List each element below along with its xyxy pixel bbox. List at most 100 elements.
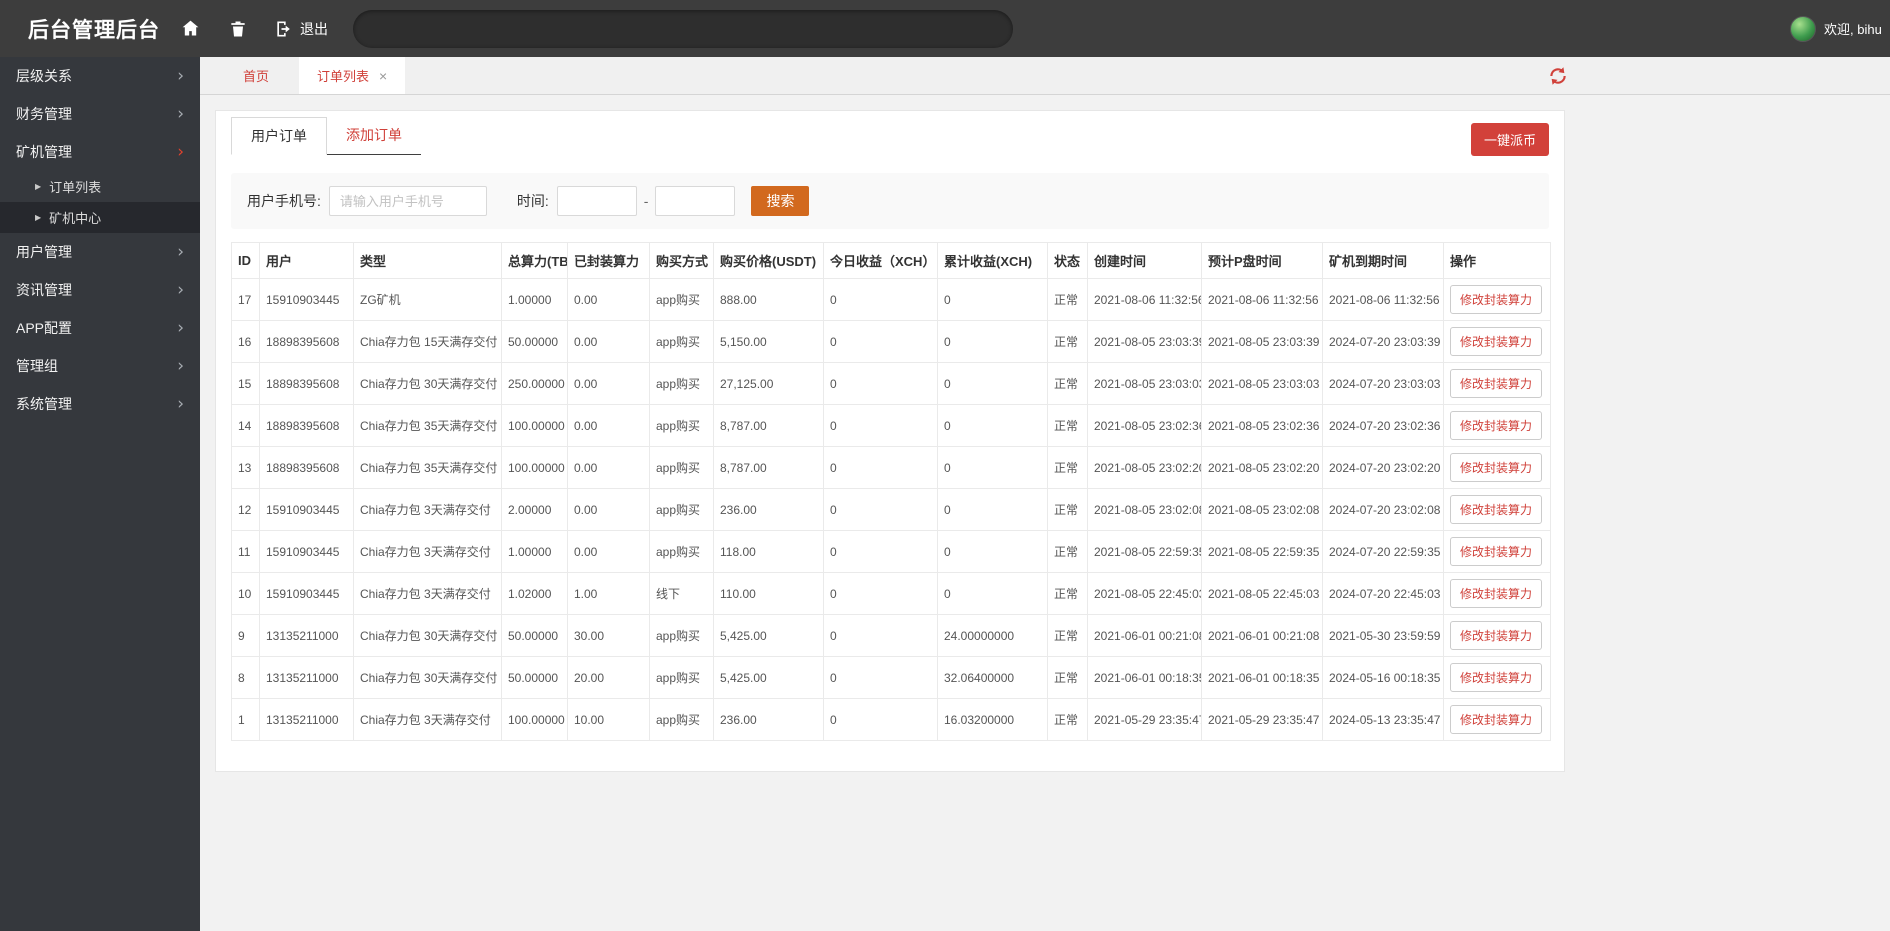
modify-sealed-power-button[interactable]: 修改封装算力 [1450,453,1543,482]
topbar-user[interactable]: 欢迎, bihu [1790,15,1890,42]
modify-sealed-power-button[interactable]: 修改封装算力 [1450,663,1543,692]
cell-user: 18898395608 [259,404,354,447]
cell-sealed: 0.00 [567,488,650,531]
time-start-input[interactable] [556,186,637,216]
column-header: 已封装算力 [567,242,650,279]
cell-cumulative: 32.06400000 [937,656,1048,699]
sidebar-item-label: 财务管理 [16,106,72,122]
cell-status: 正常 [1047,362,1088,405]
logout-button[interactable]: 退出 [274,19,328,39]
topbar-search-input[interactable] [353,9,1013,48]
modify-sealed-power-button[interactable]: 修改封装算力 [1450,411,1543,440]
close-tab-icon[interactable]: × [379,68,387,84]
table-row: 12 15910903445 Chia存力包 3天满存交付 2.00000 0.00 ap… [231,488,1551,531]
panel-tab[interactable]: 用户订单 [231,117,327,155]
modify-sealed-power-button[interactable]: 修改封装算力 [1450,495,1543,524]
phone-input[interactable] [328,186,487,216]
cell-cumulative: 0 [937,530,1048,573]
cell-method: 线下 [649,572,714,615]
cell-actions: 修改封装算力 [1443,572,1551,615]
cell-plot_time: 2021-05-29 23:35:47 [1201,698,1323,741]
cell-cumulative: 0 [937,278,1048,321]
sidebar-item-label: 矿机管理 [16,144,72,160]
sidebar-item[interactable]: 层级关系 › [0,57,200,95]
refresh-button[interactable] [1548,66,1568,86]
chevron-right-icon: › [177,241,184,262]
modify-sealed-power-button[interactable]: 修改封装算力 [1450,621,1543,650]
dispatch-coins-button[interactable]: 一键派币 [1470,123,1549,156]
sidebar: 层级关系 › 财务管理 › 矿机管理 › ▶ 订单列表 ▶ 矿机中心 用户管理 › 资讯管理 › APP配置… [0,57,200,931]
time-end-input[interactable] [655,186,736,216]
cell-plot_time: 2021-08-05 23:02:08 [1201,488,1323,531]
cell-sealed: 0.00 [567,530,650,573]
panel-tabs: 用户订单 添加订单 [231,117,421,155]
cell-expire: 2021-08-06 11:32:56 [1322,278,1444,321]
cell-created: 2021-08-05 23:02:20 [1087,446,1202,489]
cell-today: 0 [823,698,938,741]
cell-created: 2021-08-05 23:02:36 [1087,404,1202,447]
home-button[interactable] [178,17,202,41]
tabbar-tab[interactable]: 首页 [225,57,287,94]
cell-sealed: 30.00 [567,614,650,657]
table-row: 16 18898395608 Chia存力包 15天满存交付 50.00000 0.00… [231,320,1551,363]
cell-type: Chia存力包 30天满存交付 [353,614,502,657]
sidebar-item[interactable]: 管理组 › [0,347,200,385]
sidebar-item[interactable]: 用户管理 › [0,233,200,271]
modify-sealed-power-button[interactable]: 修改封装算力 [1450,705,1543,734]
column-header: 购买价格(USDT) [713,242,824,279]
cell-actions: 修改封装算力 [1443,278,1551,321]
cell-expire: 2024-07-20 23:03:03 [1322,362,1444,405]
chevron-right-icon: › [177,317,184,338]
modify-sealed-power-button[interactable]: 修改封装算力 [1450,327,1543,356]
sidebar-item-label: 系统管理 [16,396,72,412]
sidebar-item[interactable]: APP配置 › [0,309,200,347]
cell-price: 5,425.00 [713,656,824,699]
cell-plot_time: 2021-08-06 11:32:56 [1201,278,1323,321]
sidebar-subitem[interactable]: ▶ 订单列表 [0,171,200,202]
modify-sealed-power-button[interactable]: 修改封装算力 [1450,537,1543,566]
tab-label: 首页 [243,69,270,84]
table-row: 9 13135211000 Chia存力包 30天满存交付 50.00000 30.00… [231,614,1551,657]
phone-label: 用户手机号: [247,193,321,209]
cell-today: 0 [823,404,938,447]
cell-created: 2021-08-05 23:03:03 [1087,362,1202,405]
sidebar-item[interactable]: 资讯管理 › [0,271,200,309]
search-button[interactable]: 搜索 [751,186,810,216]
avatar[interactable] [1790,15,1816,42]
clear-cache-button[interactable] [226,17,250,41]
cell-today: 0 [823,572,938,615]
sidebar-subitem[interactable]: ▶ 矿机中心 [0,202,200,233]
cell-actions: 修改封装算力 [1443,488,1551,531]
cell-sealed: 0.00 [567,278,650,321]
sidebar-subitem-label: 矿机中心 [49,211,102,226]
filter-bar: 用户手机号: 时间: - 搜索 [231,173,1549,229]
main-area: 首页 订单列表 × 用户订单添加订单 一键派币 用户手机号: 时间: - [200,57,1890,931]
logout-label: 退出 [300,20,328,37]
cell-today: 0 [823,278,938,321]
cell-type: Chia存力包 15天满存交付 [353,320,502,363]
cell-price: 8,787.00 [713,446,824,489]
modify-sealed-power-button[interactable]: 修改封装算力 [1450,369,1543,398]
cell-plot_time: 2021-06-01 00:18:35 [1201,656,1323,699]
cell-actions: 修改封装算力 [1443,320,1551,363]
cell-price: 236.00 [713,698,824,741]
tabbar-tab[interactable]: 订单列表 × [299,57,406,94]
panel-tab[interactable]: 添加订单 [327,117,421,154]
column-header: 类型 [353,242,502,279]
cell-id: 8 [231,656,260,699]
cell-total: 50.00000 [501,614,568,657]
cell-sealed: 0.00 [567,446,650,489]
cell-cumulative: 0 [937,320,1048,363]
modify-sealed-power-button[interactable]: 修改封装算力 [1450,579,1543,608]
cell-user: 15910903445 [259,530,354,573]
cell-total: 100.00000 [501,698,568,741]
cell-actions: 修改封装算力 [1443,614,1551,657]
sidebar-item[interactable]: 矿机管理 › [0,133,200,171]
modify-sealed-power-button[interactable]: 修改封装算力 [1450,285,1543,314]
sidebar-item[interactable]: 财务管理 › [0,95,200,133]
cell-expire: 2024-05-13 23:35:47 [1322,698,1444,741]
sidebar-item[interactable]: 系统管理 › [0,385,200,423]
cell-total: 50.00000 [501,320,568,363]
cell-sealed: 0.00 [567,362,650,405]
cell-total: 100.00000 [501,404,568,447]
